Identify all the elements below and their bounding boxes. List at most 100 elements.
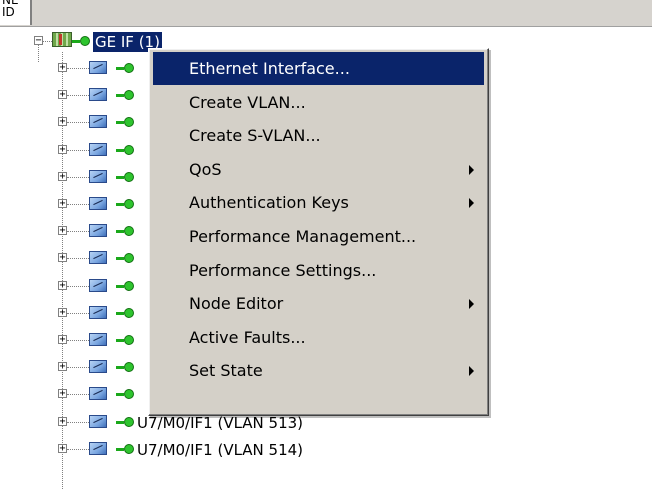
tree-connector — [67, 68, 89, 69]
status-link — [116, 176, 124, 179]
expand-icon[interactable]: + — [58, 117, 67, 127]
menu-item-label: Set State — [189, 361, 263, 381]
menu-item-performance-settings[interactable]: Performance Settings... — [153, 254, 484, 287]
status-ok-icon — [124, 90, 134, 100]
status-link — [116, 312, 124, 315]
menu-item-create-s-vlan[interactable]: Create S-VLAN... — [153, 119, 484, 152]
menu-item-ethernet-interface[interactable]: Ethernet Interface... — [153, 52, 484, 85]
status-link — [116, 285, 124, 288]
expand-icon[interactable]: + — [58, 90, 67, 100]
tree-child-row[interactable]: + U7/M0/IF1 (VLAN 514) — [0, 439, 652, 461]
status-link — [116, 67, 124, 70]
expand-icon[interactable]: + — [58, 444, 67, 454]
status-ok-icon — [124, 63, 134, 73]
menu-item-set-state[interactable]: Set State — [153, 354, 484, 387]
menu-item-performance-management[interactable]: Performance Management... — [153, 220, 484, 253]
context-menu: Ethernet Interface... Create VLAN... Creat… — [148, 48, 489, 416]
submenu-arrow-icon — [469, 198, 474, 209]
network-element-icon — [52, 32, 72, 47]
status-ok-icon — [124, 145, 134, 155]
status-link — [116, 121, 124, 124]
menu-item-label: Create S-VLAN... — [189, 126, 321, 146]
expand-icon[interactable]: + — [58, 362, 67, 372]
interface-icon — [89, 143, 107, 156]
interface-icon — [89, 197, 107, 210]
tree-connector — [67, 394, 89, 395]
status-ok-icon — [124, 444, 134, 454]
menu-item-authentication-keys[interactable]: Authentication Keys — [153, 186, 484, 219]
interface-icon — [89, 251, 107, 264]
status-link — [116, 339, 124, 342]
tree-connector — [67, 367, 89, 368]
status-ok-icon — [124, 281, 134, 291]
tree-connector — [67, 313, 89, 314]
menu-item-label: Active Faults... — [189, 327, 306, 347]
expand-icon[interactable]: + — [58, 308, 67, 318]
menu-item-label: Authentication Keys — [189, 193, 349, 213]
collapse-icon[interactable]: − — [34, 36, 43, 46]
tree-child-label[interactable]: U7/M0/IF1 (VLAN 514) — [137, 440, 303, 460]
interface-icon — [89, 170, 107, 183]
expand-icon[interactable]: + — [58, 335, 67, 345]
interface-icon — [89, 333, 107, 346]
interface-icon — [89, 115, 107, 128]
expand-icon[interactable]: + — [58, 253, 67, 263]
menu-item-label: Node Editor — [189, 294, 284, 314]
status-link — [116, 149, 124, 152]
status-ok-icon — [124, 335, 134, 345]
menu-item-create-vlan[interactable]: Create VLAN... — [153, 86, 484, 119]
expand-icon[interactable]: + — [58, 281, 67, 291]
menu-item-node-editor[interactable]: Node Editor — [153, 287, 484, 320]
interface-icon — [89, 442, 107, 455]
submenu-arrow-icon — [469, 366, 474, 377]
tree-connector — [67, 177, 89, 178]
expand-icon[interactable]: + — [58, 145, 67, 155]
expand-icon[interactable]: + — [58, 389, 67, 399]
status-link — [72, 40, 80, 43]
menu-item-qos[interactable]: QoS — [153, 153, 484, 186]
tree-child-label[interactable]: U7/M0/IF1 (VLAN 513) — [137, 413, 303, 433]
status-link — [116, 203, 124, 206]
interface-icon — [89, 224, 107, 237]
tree-connector — [67, 422, 89, 423]
expand-icon[interactable]: + — [58, 417, 67, 427]
tree-connector — [67, 449, 89, 450]
interface-icon — [89, 360, 107, 373]
menu-item-label: Create VLAN... — [189, 92, 306, 112]
tree-connector — [67, 286, 89, 287]
status-ok-icon — [80, 36, 90, 46]
submenu-arrow-icon — [469, 299, 474, 310]
status-ok-icon — [124, 417, 134, 427]
tree-connector — [67, 231, 89, 232]
status-ok-icon — [124, 253, 134, 263]
submenu-arrow-icon — [469, 164, 474, 175]
interface-icon — [89, 279, 107, 292]
interface-icon — [89, 415, 107, 428]
status-link — [116, 230, 124, 233]
status-link — [116, 366, 124, 369]
status-link — [116, 393, 124, 396]
expand-icon[interactable]: + — [58, 199, 67, 209]
interface-icon — [89, 387, 107, 400]
status-ok-icon — [124, 362, 134, 372]
tree-connector — [67, 340, 89, 341]
tree-connector — [67, 204, 89, 205]
menu-item-active-faults[interactable]: Active Faults... — [153, 321, 484, 354]
status-link — [116, 94, 124, 97]
expand-icon[interactable]: + — [58, 226, 67, 236]
status-ok-icon — [124, 117, 134, 127]
status-ok-icon — [124, 308, 134, 318]
status-ok-icon — [124, 199, 134, 209]
tree-connector — [67, 150, 89, 151]
tree-connector — [67, 95, 89, 96]
interface-icon — [89, 88, 107, 101]
expand-icon[interactable]: + — [58, 63, 67, 73]
status-link — [116, 448, 124, 451]
status-ok-icon — [124, 389, 134, 399]
tree-connector — [67, 258, 89, 259]
expand-icon[interactable]: + — [58, 172, 67, 182]
tree-connector — [43, 41, 52, 42]
menu-item-label: Performance Management... — [189, 227, 417, 246]
status-ok-icon — [124, 226, 134, 236]
menu-item-label: QoS — [189, 159, 222, 179]
